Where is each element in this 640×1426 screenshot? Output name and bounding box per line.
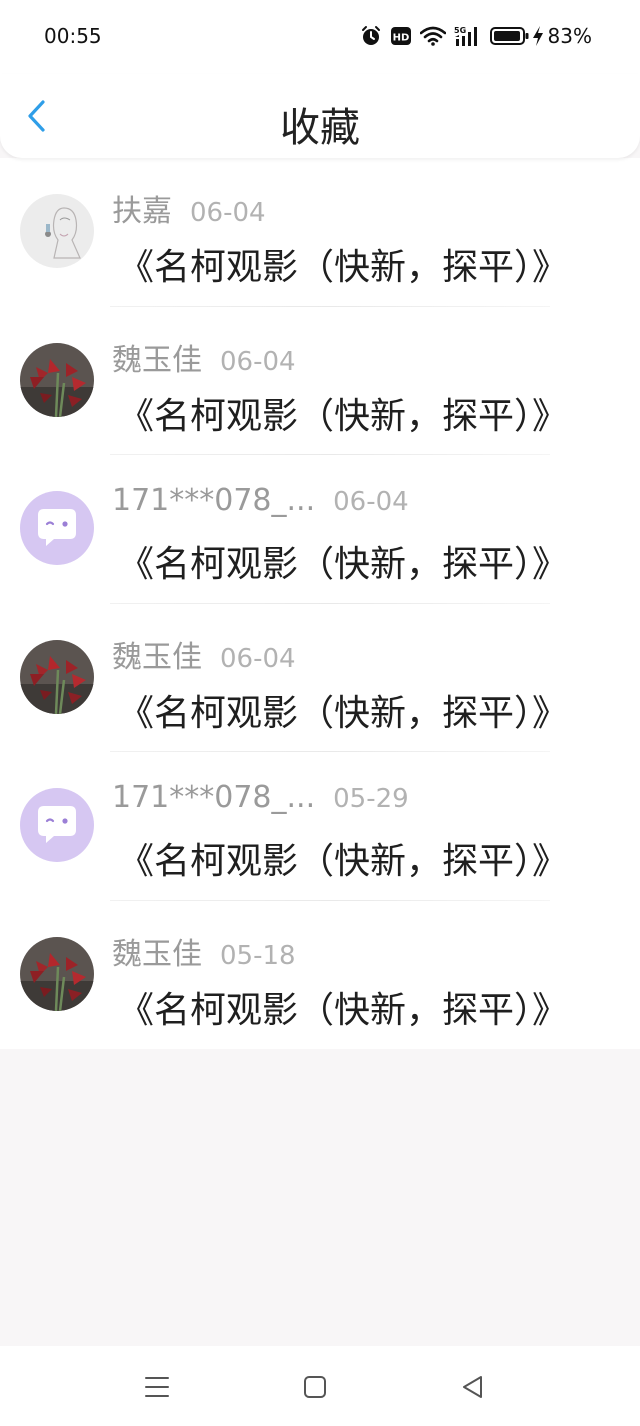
- nav-back-button[interactable]: [458, 1372, 488, 1402]
- avatar[interactable]: [20, 342, 94, 417]
- item-meta: 魏玉佳 06-04: [112, 335, 296, 379]
- favorite-item[interactable]: 魏玉佳 06-04 《名柯观影（快新，探平）》: [0, 307, 640, 455]
- avatar[interactable]: [20, 194, 94, 268]
- favorite-item[interactable]: 魏玉佳 06-04 《名柯观影（快新，探平）》: [0, 604, 640, 752]
- status-bar: 00:55 HD 5G 83%: [0, 0, 640, 74]
- status-time: 00:55: [44, 24, 102, 48]
- item-meta: 魏玉佳 05-18: [112, 929, 296, 973]
- favorite-item[interactable]: 魏玉佳 05-18 《名柯观影（快新，探平）》: [0, 901, 640, 1050]
- item-meta: 魏玉佳 06-04: [112, 632, 296, 676]
- item-title[interactable]: 《名柯观影（快新，探平）》: [118, 981, 568, 1033]
- item-username[interactable]: 魏玉佳: [112, 929, 202, 973]
- battery-icon: [489, 26, 530, 46]
- item-date: 06-04: [220, 643, 296, 674]
- favorites-list: 扶嘉 06-04 《名柯观影（快新，探平）》 魏玉佳 06-04 《名柯观影（快新，探平）…: [0, 158, 640, 1049]
- item-title[interactable]: 《名柯观影（快新，探平）》: [118, 238, 568, 290]
- item-date: 06-04: [190, 198, 266, 228]
- item-username[interactable]: 扶嘉: [112, 186, 172, 230]
- svg-text:5G: 5G: [454, 26, 466, 35]
- item-title[interactable]: 《名柯观影（快新，探平）》: [118, 387, 568, 439]
- avatar[interactable]: [20, 788, 94, 862]
- charging-icon: [532, 25, 544, 47]
- item-date: 06-04: [220, 346, 296, 377]
- item-meta: 扶嘉 06-04: [112, 186, 266, 230]
- item-username[interactable]: 171***078_...: [112, 483, 315, 518]
- back-triangle-icon: [458, 1372, 488, 1402]
- system-nav-bar: [0, 1346, 640, 1426]
- page-title: 收藏: [280, 105, 360, 146]
- alarm-icon: [360, 25, 382, 47]
- item-title[interactable]: 《名柯观影（快新，探平）》: [118, 832, 568, 884]
- item-date: 06-04: [333, 487, 409, 517]
- favorite-item[interactable]: 171***078_... 05-29 《名柯观影（快新，探平）》: [0, 752, 640, 901]
- item-date: 05-18: [220, 940, 296, 971]
- avatar[interactable]: [20, 936, 94, 1011]
- avatar[interactable]: [20, 639, 94, 714]
- nav-home-button[interactable]: [300, 1372, 330, 1402]
- item-username[interactable]: 魏玉佳: [112, 632, 202, 676]
- avatar[interactable]: [20, 491, 94, 565]
- nav-menu-button[interactable]: [142, 1372, 172, 1402]
- menu-icon: [142, 1372, 172, 1402]
- item-username[interactable]: 171***078_...: [112, 780, 315, 815]
- wifi-icon: [419, 26, 446, 46]
- svg-text:HD: HD: [392, 33, 409, 44]
- item-username[interactable]: 魏玉佳: [112, 335, 202, 379]
- battery-percent: 83%: [547, 24, 592, 48]
- favorite-item[interactable]: 171***078_... 06-04 《名柯观影（快新，探平）》: [0, 455, 640, 604]
- status-icons: HD 5G 83%: [360, 22, 592, 50]
- home-square-icon: [300, 1372, 330, 1402]
- hd-icon: HD: [390, 26, 412, 46]
- item-title[interactable]: 《名柯观影（快新，探平）》: [118, 535, 568, 587]
- item-meta: 171***078_... 05-29: [112, 780, 409, 815]
- item-title[interactable]: 《名柯观影（快新，探平）》: [118, 684, 568, 736]
- item-date: 05-29: [333, 784, 409, 814]
- item-meta: 171***078_... 06-04: [112, 483, 409, 518]
- 5g-signal-icon: 5G: [454, 25, 482, 47]
- header: 收藏: [0, 74, 640, 158]
- favorite-item[interactable]: 扶嘉 06-04 《名柯观影（快新，探平）》: [0, 158, 640, 307]
